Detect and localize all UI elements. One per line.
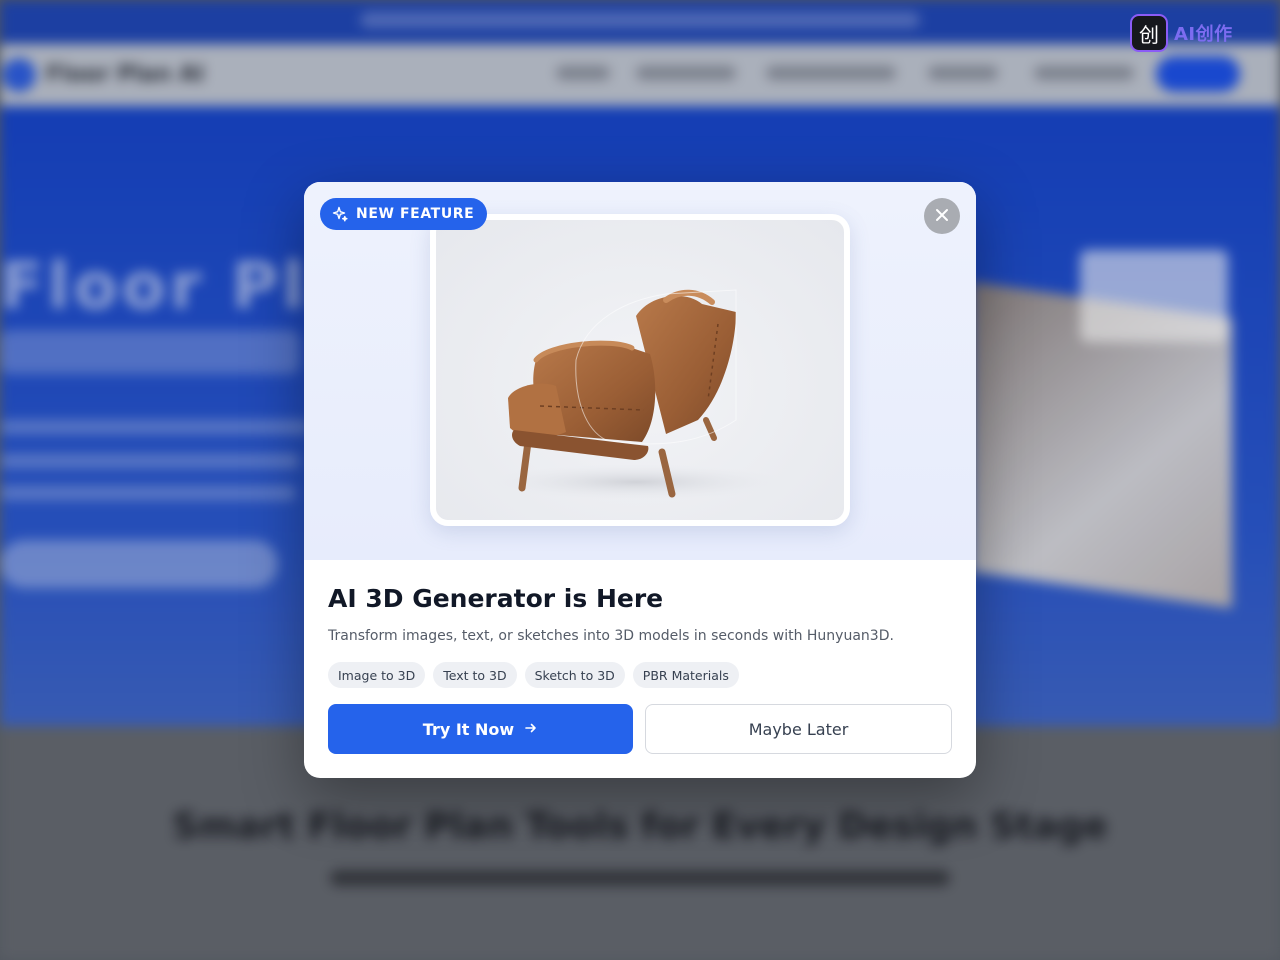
modal-actions: Try It Now Maybe Later — [328, 704, 952, 754]
maybe-later-label: Maybe Later — [748, 719, 849, 739]
watermark-text: AI创作 — [1174, 24, 1233, 45]
arrow-right-icon — [524, 720, 538, 739]
sparkle-icon — [332, 206, 348, 222]
modal-hero: NEW FEATURE — [304, 182, 976, 560]
feature-tag: Sketch to 3D — [524, 662, 625, 688]
try-it-now-label: Try It Now — [422, 719, 515, 739]
feature-tag: Text to 3D — [433, 662, 517, 688]
maybe-later-button[interactable]: Maybe Later — [645, 704, 952, 754]
feature-tags: Image to 3D Text to 3D Sketch to 3D PBR … — [328, 662, 952, 688]
modal-body: AI 3D Generator is Here Transform images… — [328, 560, 952, 754]
new-feature-badge: NEW FEATURE — [320, 198, 488, 230]
watermark: 创 AI创作 — [1130, 14, 1233, 52]
armchair-illustration — [486, 289, 786, 500]
feature-tag: PBR Materials — [632, 662, 739, 688]
try-it-now-button[interactable]: Try It Now — [328, 704, 633, 754]
new-feature-badge-label: NEW FEATURE — [356, 206, 475, 222]
new-feature-modal: NEW FEATURE AI 3D Generator is Here Tran… — [304, 182, 976, 778]
feature-tag: Image to 3D — [328, 662, 426, 688]
close-icon — [935, 207, 949, 226]
modal-description: Transform images, text, or sketches into… — [328, 628, 894, 644]
modal-title: AI 3D Generator is Here — [328, 584, 664, 613]
feature-preview-image — [430, 214, 850, 526]
watermark-logo: 创 — [1130, 14, 1168, 52]
close-button[interactable] — [924, 198, 960, 234]
